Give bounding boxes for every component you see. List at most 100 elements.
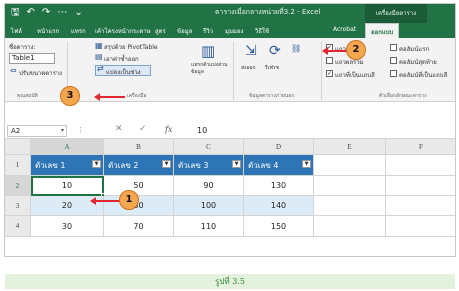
filter-dropdown-icon[interactable]: ▼ <box>232 160 241 168</box>
header-text: ตัวเลข 2 <box>108 161 139 170</box>
convert-range-icon: ⇄ <box>97 64 104 73</box>
empty-cell[interactable] <box>386 176 455 196</box>
table-cell[interactable]: 100 <box>174 196 244 216</box>
header-text: ตัวเลข 1 <box>35 161 66 170</box>
table-cell[interactable]: 60 <box>104 196 174 216</box>
column-header-f[interactable]: F <box>386 139 455 155</box>
tab-page-layout[interactable]: เค้าโครงหน้ากระดาษ <box>95 26 151 36</box>
column-header-a[interactable]: A <box>31 139 104 155</box>
table-name-label: ชื่อตาราง: <box>9 44 36 51</box>
formula-bar: A2 ▾ ⋮ ✕ ✓ fx 10 <box>5 123 455 139</box>
tab-formulas[interactable]: สูตร <box>155 26 166 36</box>
export-button[interactable]: ส่งออก <box>241 64 256 72</box>
column-header-e[interactable]: E <box>314 139 386 155</box>
formula-value[interactable]: 10 <box>197 126 207 135</box>
cancel-icon[interactable]: ✕ <box>115 124 123 134</box>
tab-table-design[interactable]: ออกแบบ <box>365 23 400 38</box>
more-commands-icon[interactable]: ⋯ <box>57 6 67 20</box>
save-icon[interactable]: 🖫 <box>11 6 20 20</box>
excel-window: 🖫 ↶ ↷ ⋯ ⌄ ตารางเมื่อกลางหน่วยที่3.2 - Ex… <box>4 3 456 257</box>
table-header-cell[interactable]: ตัวเลข 3 ▼ <box>174 155 244 176</box>
first-column-checkbox[interactable] <box>390 44 397 51</box>
last-column-label: คอลัมน์สุดท้าย <box>399 59 437 66</box>
pivottable-button[interactable]: สรุปด้วย PivotTable <box>104 42 158 52</box>
table-cell[interactable]: 150 <box>244 216 314 237</box>
table-cell[interactable]: 50 <box>104 176 174 196</box>
banded-columns-checkbox[interactable] <box>390 70 397 77</box>
table-cell[interactable]: 140 <box>244 196 314 216</box>
banded-rows-checkbox[interactable]: ✓ <box>326 70 333 77</box>
remove-duplicates-button[interactable]: เอาค่าซ้ำออก <box>104 54 139 64</box>
row-header-4[interactable]: 4 <box>5 216 31 237</box>
window-title: ตารางเมื่อกลางหน่วยที่3.2 - Excel <box>215 8 321 16</box>
redo-icon[interactable]: ↷ <box>42 6 50 20</box>
refresh-button[interactable]: รีเฟรช <box>265 64 279 72</box>
table-cell[interactable]: 110 <box>174 216 244 237</box>
empty-cell[interactable] <box>314 155 386 176</box>
title-bar: 🖫 ↶ ↷ ⋯ ⌄ ตารางเมื่อกลางหน่วยที่3.2 - Ex… <box>5 4 455 23</box>
properties-group-label: คุณสมบัติ <box>17 93 38 99</box>
table-cell[interactable]: 90 <box>174 176 244 196</box>
ribbon-tabs: ไฟล์ หน้าแรก แทรก เค้าโครงหน้ากระดาษ สูต… <box>5 23 455 38</box>
total-row-checkbox[interactable] <box>326 57 333 64</box>
filter-dropdown-icon[interactable]: ▼ <box>162 160 171 168</box>
export-icon: ⇲ <box>245 43 257 59</box>
empty-cell[interactable] <box>386 155 455 176</box>
filter-dropdown-icon[interactable]: ▼ <box>92 160 101 168</box>
column-header-d[interactable]: D <box>244 139 314 155</box>
tab-data[interactable]: ข้อมูล <box>177 26 192 36</box>
tools-group-label: เครื่องมือ <box>127 93 147 99</box>
banded-columns-label: คอลัมน์ที่เป็นแถบสี <box>399 72 448 79</box>
tab-acrobat[interactable]: Acrobat <box>333 26 356 33</box>
select-all-corner[interactable] <box>5 139 31 155</box>
chevron-down-icon[interactable]: ▾ <box>61 126 64 136</box>
undo-icon[interactable]: ↶ <box>27 6 35 20</box>
group-separator <box>233 42 234 100</box>
header-text: ตัวเลข 3 <box>178 161 209 170</box>
insert-slicer-button[interactable]: แทรกตัวแบ่งส่วนข้อมูล <box>191 62 229 76</box>
empty-cell[interactable] <box>314 176 386 196</box>
resize-table-button[interactable]: ปรับขนาดตาราง <box>19 68 62 78</box>
figure-caption: รูปที่ 3.5 <box>5 274 455 289</box>
table-cell[interactable]: 130 <box>244 176 314 196</box>
column-header-c[interactable]: C <box>174 139 244 155</box>
empty-cell[interactable] <box>386 196 455 216</box>
row-header-2[interactable]: 2 <box>5 176 31 196</box>
table-header-cell[interactable]: ตัวเลข 2 ▼ <box>104 155 174 176</box>
insert-function-icon[interactable]: fx <box>165 125 172 134</box>
tab-insert[interactable]: แทรก <box>71 26 86 36</box>
refresh-icon: ⟳ <box>269 43 281 59</box>
resize-table-icon: ⇔ <box>10 66 17 75</box>
table-header-cell[interactable]: ตัวเลข 4 ▼ <box>244 155 314 176</box>
active-cell-a2[interactable]: 10 <box>31 176 105 197</box>
table-cell[interactable]: 30 <box>31 216 104 237</box>
filter-dropdown-icon[interactable]: ▼ <box>302 160 311 168</box>
tab-review[interactable]: รีวิว <box>203 26 213 36</box>
customize-qat-icon[interactable]: ⌄ <box>74 6 82 20</box>
table-cell[interactable]: 70 <box>104 216 174 237</box>
empty-cell[interactable] <box>314 196 386 216</box>
tab-view[interactable]: มุมมอง <box>225 26 243 36</box>
callout-badge-1: 1 <box>119 190 139 210</box>
external-data-group-label: ข้อมูลตารางภายนอก <box>249 93 295 99</box>
callout-badge-3: 3 <box>60 86 80 106</box>
convert-to-range-button[interactable]: แปลงเป็นช่วง <box>106 67 141 77</box>
last-column-checkbox[interactable] <box>390 57 397 64</box>
quick-access-toolbar: 🖫 ↶ ↷ ⋯ ⌄ <box>11 6 83 20</box>
empty-cell[interactable] <box>386 216 455 237</box>
header-text: ตัวเลข 4 <box>248 161 279 170</box>
more-icon: ⋮ <box>77 126 84 134</box>
enter-icon[interactable]: ✓ <box>139 124 147 134</box>
table-name-input[interactable]: Table1 <box>9 53 55 64</box>
table-header-cell[interactable]: ตัวเลข 1 ▼ <box>31 155 104 176</box>
callout-badge-2: 2 <box>346 40 366 60</box>
row-header-1[interactable]: 1 <box>5 155 31 176</box>
tab-file[interactable]: ไฟล์ <box>11 26 22 36</box>
row-header-3[interactable]: 3 <box>5 196 31 216</box>
remove-duplicates-icon: ▤ <box>95 52 103 61</box>
tab-help[interactable]: วิธีใช้ <box>255 26 269 36</box>
name-box[interactable]: A2 ▾ <box>7 125 67 137</box>
tab-home[interactable]: หน้าแรก <box>37 26 59 36</box>
empty-cell[interactable] <box>314 216 386 237</box>
column-header-b[interactable]: B <box>104 139 174 155</box>
